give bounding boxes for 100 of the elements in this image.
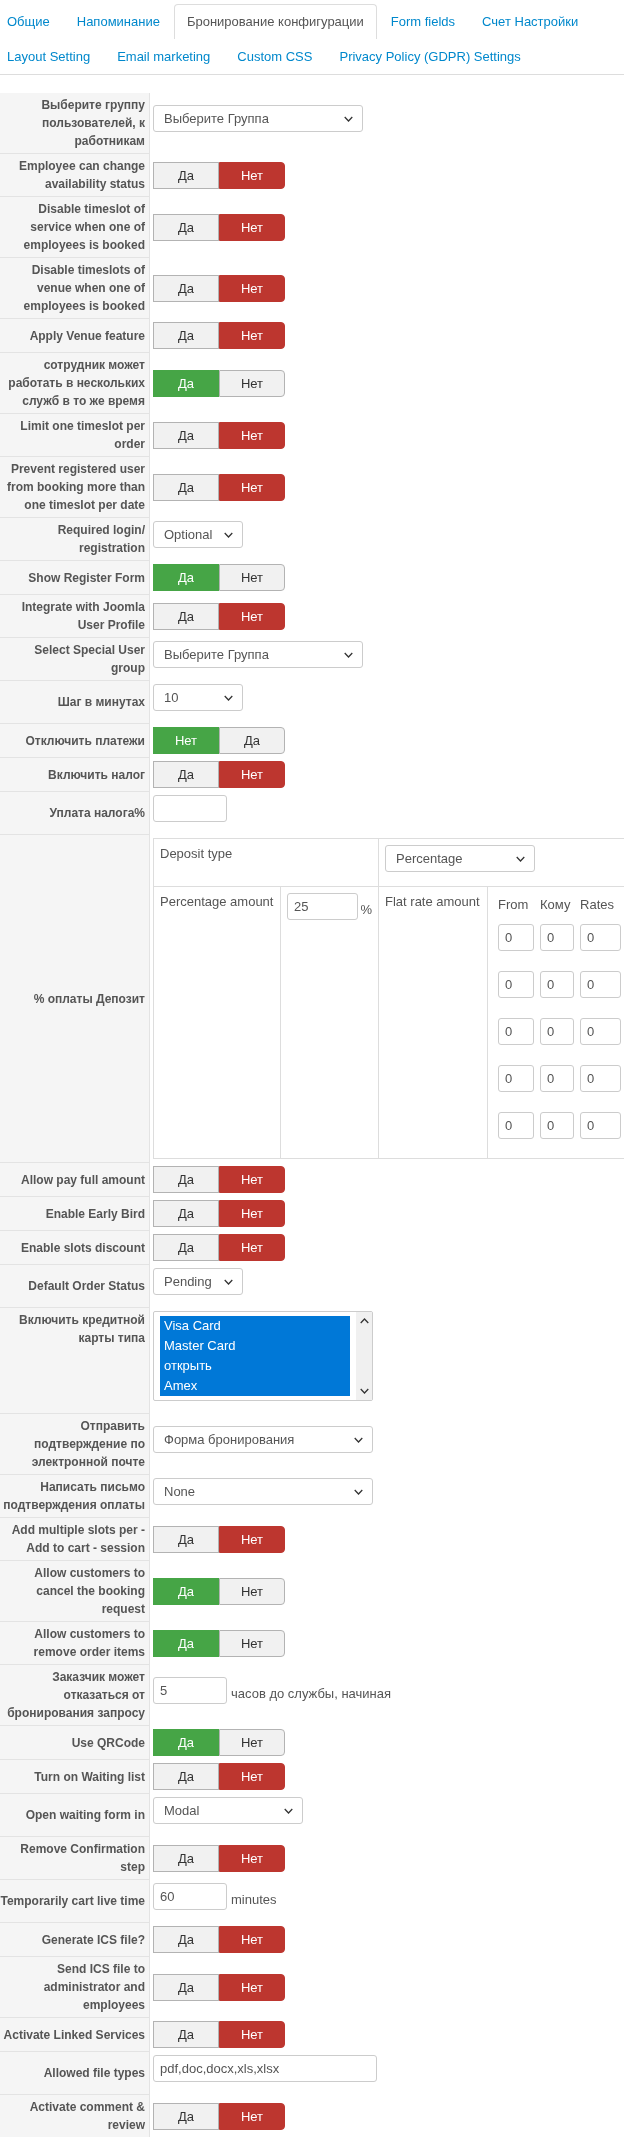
dropdown[interactable]: Modal <box>153 1797 303 1824</box>
tab[interactable]: Общие <box>0 4 63 39</box>
dropdown[interactable]: Форма бронирования <box>153 1426 373 1453</box>
toggle-button[interactable]: Да <box>153 1844 219 1872</box>
toggle-button[interactable]: Нет <box>219 761 285 788</box>
toggle-button[interactable]: Да <box>153 322 219 349</box>
multi-select-list[interactable]: Visa Card Master Card открыть Amex <box>153 1311 373 1401</box>
setting-label: Disable timeslot of service when one of employees is booked <box>22 201 145 254</box>
text-field[interactable]: 0 <box>540 924 574 951</box>
toggle-button[interactable]: Нет <box>219 1763 285 1790</box>
toggle-button[interactable]: Да <box>153 274 219 302</box>
dropdown[interactable]: Выберите Группа <box>153 105 363 132</box>
tab[interactable]: Custom CSS <box>224 39 326 74</box>
setting-label: Limit one timeslot per order <box>19 418 145 453</box>
text-field[interactable]: 25 <box>287 893 359 920</box>
toggle-button[interactable]: Да <box>153 2102 219 2130</box>
dropdown[interactable]: Optional <box>153 521 243 548</box>
chevron-down-icon <box>284 1807 293 1814</box>
toggle-button[interactable]: Нет <box>219 1166 285 1193</box>
setting-label: Включить кредитной карты типа <box>18 1312 145 1347</box>
toggle-button[interactable]: Да <box>153 1234 219 1261</box>
toggle-button[interactable]: Нет <box>219 1844 285 1872</box>
toggle-button[interactable]: Нет <box>219 1577 285 1605</box>
list-option[interactable]: Master Card <box>160 1336 350 1356</box>
toggle-button[interactable]: Нет <box>219 1525 285 1553</box>
tab[interactable]: Privacy Policy (GDPR) Settings <box>326 39 534 74</box>
setting-label: Allow pay full amount <box>21 1171 145 1189</box>
toggle-button[interactable]: Да <box>153 602 219 630</box>
text-field[interactable]: 0 <box>540 1018 574 1045</box>
toggle-button[interactable]: Нет <box>219 213 285 241</box>
text-field[interactable]: 0 <box>498 1112 534 1139</box>
toggle-button[interactable]: Да <box>153 1926 219 1953</box>
text-field[interactable]: 0 <box>580 1065 621 1092</box>
dropdown[interactable]: Pending <box>153 1268 243 1295</box>
toggle-button[interactable]: Да <box>153 761 219 788</box>
text-field[interactable]: 60 <box>153 1883 227 1910</box>
dropdown[interactable]: None <box>153 1478 373 1505</box>
tab[interactable]: Напоминание <box>63 4 173 39</box>
toggle-button[interactable]: Нет <box>219 564 285 591</box>
toggle-button[interactable]: Нет <box>219 1200 285 1227</box>
text-field[interactable]: 0 <box>498 924 534 951</box>
scrollbar[interactable] <box>356 1312 372 1400</box>
toggle-button[interactable]: Да <box>153 1166 219 1193</box>
text-field[interactable]: 0 <box>580 971 621 998</box>
toggle-button[interactable]: Нет <box>219 1234 285 1261</box>
toggle-button[interactable]: Да <box>153 1763 219 1790</box>
chevron-down-icon <box>344 115 353 122</box>
text-field[interactable] <box>153 795 227 822</box>
toggle-button[interactable]: Нет <box>219 274 285 302</box>
text-field[interactable]: pdf,doc,docx,xls,xlsx <box>153 2055 377 2082</box>
toggle-button[interactable]: Да <box>153 1525 219 1553</box>
toggle-button[interactable]: Нет <box>219 1729 285 1756</box>
toggle-button[interactable]: Нет <box>219 602 285 630</box>
dropdown[interactable]: 10 <box>153 684 243 711</box>
toggle-button[interactable]: Да <box>153 421 219 449</box>
toggle-button[interactable]: Нет <box>219 1973 285 2001</box>
toggle-button[interactable]: Нет <box>219 161 285 189</box>
toggle-button[interactable]: Нет <box>219 1926 285 1953</box>
text-field[interactable]: 0 <box>498 971 534 998</box>
list-option[interactable]: Amex <box>160 1376 350 1396</box>
text-field[interactable]: 0 <box>540 1112 574 1139</box>
toggle-button[interactable]: Нет <box>219 473 285 501</box>
dropdown[interactable]: Выберите Группа <box>153 641 363 668</box>
list-option[interactable]: открыть <box>160 1356 350 1376</box>
percentage-amount-label: Percentage amount <box>160 894 274 909</box>
toggle-button[interactable]: Да <box>153 1973 219 2001</box>
dropdown[interactable]: Percentage <box>385 845 535 872</box>
toggle-button[interactable]: Да <box>153 473 219 501</box>
toggle-button[interactable]: Да <box>153 1200 219 1227</box>
text-field[interactable]: 0 <box>540 971 574 998</box>
text-field[interactable]: 0 <box>580 1018 621 1045</box>
toggle-button[interactable]: Нет <box>219 2102 285 2130</box>
text-field[interactable]: 5 <box>153 1677 227 1704</box>
setting-label: Remove Confirmation step <box>19 1841 145 1876</box>
toggle-button[interactable]: Нет <box>219 1629 285 1657</box>
tab[interactable]: Form fields <box>377 4 469 39</box>
setting-label: Заказчик может отказаться от бронирования запросу <box>6 1669 145 1722</box>
toggle-button[interactable]: Да <box>153 2021 219 2048</box>
toggle-button[interactable]: Да <box>153 161 219 189</box>
text-field[interactable]: 0 <box>580 924 621 951</box>
tab[interactable]: Бронирование конфигурации <box>173 4 377 39</box>
setting-label: Select Special User group <box>33 642 145 677</box>
toggle-button[interactable]: Нет <box>219 2021 285 2048</box>
tab[interactable]: Счет Настройки <box>469 4 592 39</box>
setting-label: Allow customers to cancel the booking request <box>33 1565 145 1618</box>
toggle-button[interactable]: Нет <box>219 421 285 449</box>
toggle-button[interactable]: Да <box>219 727 285 754</box>
setting-label: Required login/ registration <box>56 522 145 557</box>
setting-label: Activate comment & review <box>28 2099 145 2134</box>
text-field[interactable]: 0 <box>498 1018 534 1045</box>
tab[interactable]: Layout Setting <box>0 39 104 74</box>
tab[interactable]: Email marketing <box>104 39 224 74</box>
list-option[interactable]: Visa Card <box>160 1316 350 1336</box>
toggle-button[interactable]: Нет <box>219 322 285 349</box>
toggle-button[interactable]: Да <box>153 213 219 241</box>
toggle-button[interactable]: Нет <box>219 369 285 397</box>
text-field[interactable]: 0 <box>540 1065 574 1092</box>
setting-label: Send ICS file to administrator and employees <box>42 1961 145 2014</box>
text-field[interactable]: 0 <box>580 1112 621 1139</box>
text-field[interactable]: 0 <box>498 1065 534 1092</box>
